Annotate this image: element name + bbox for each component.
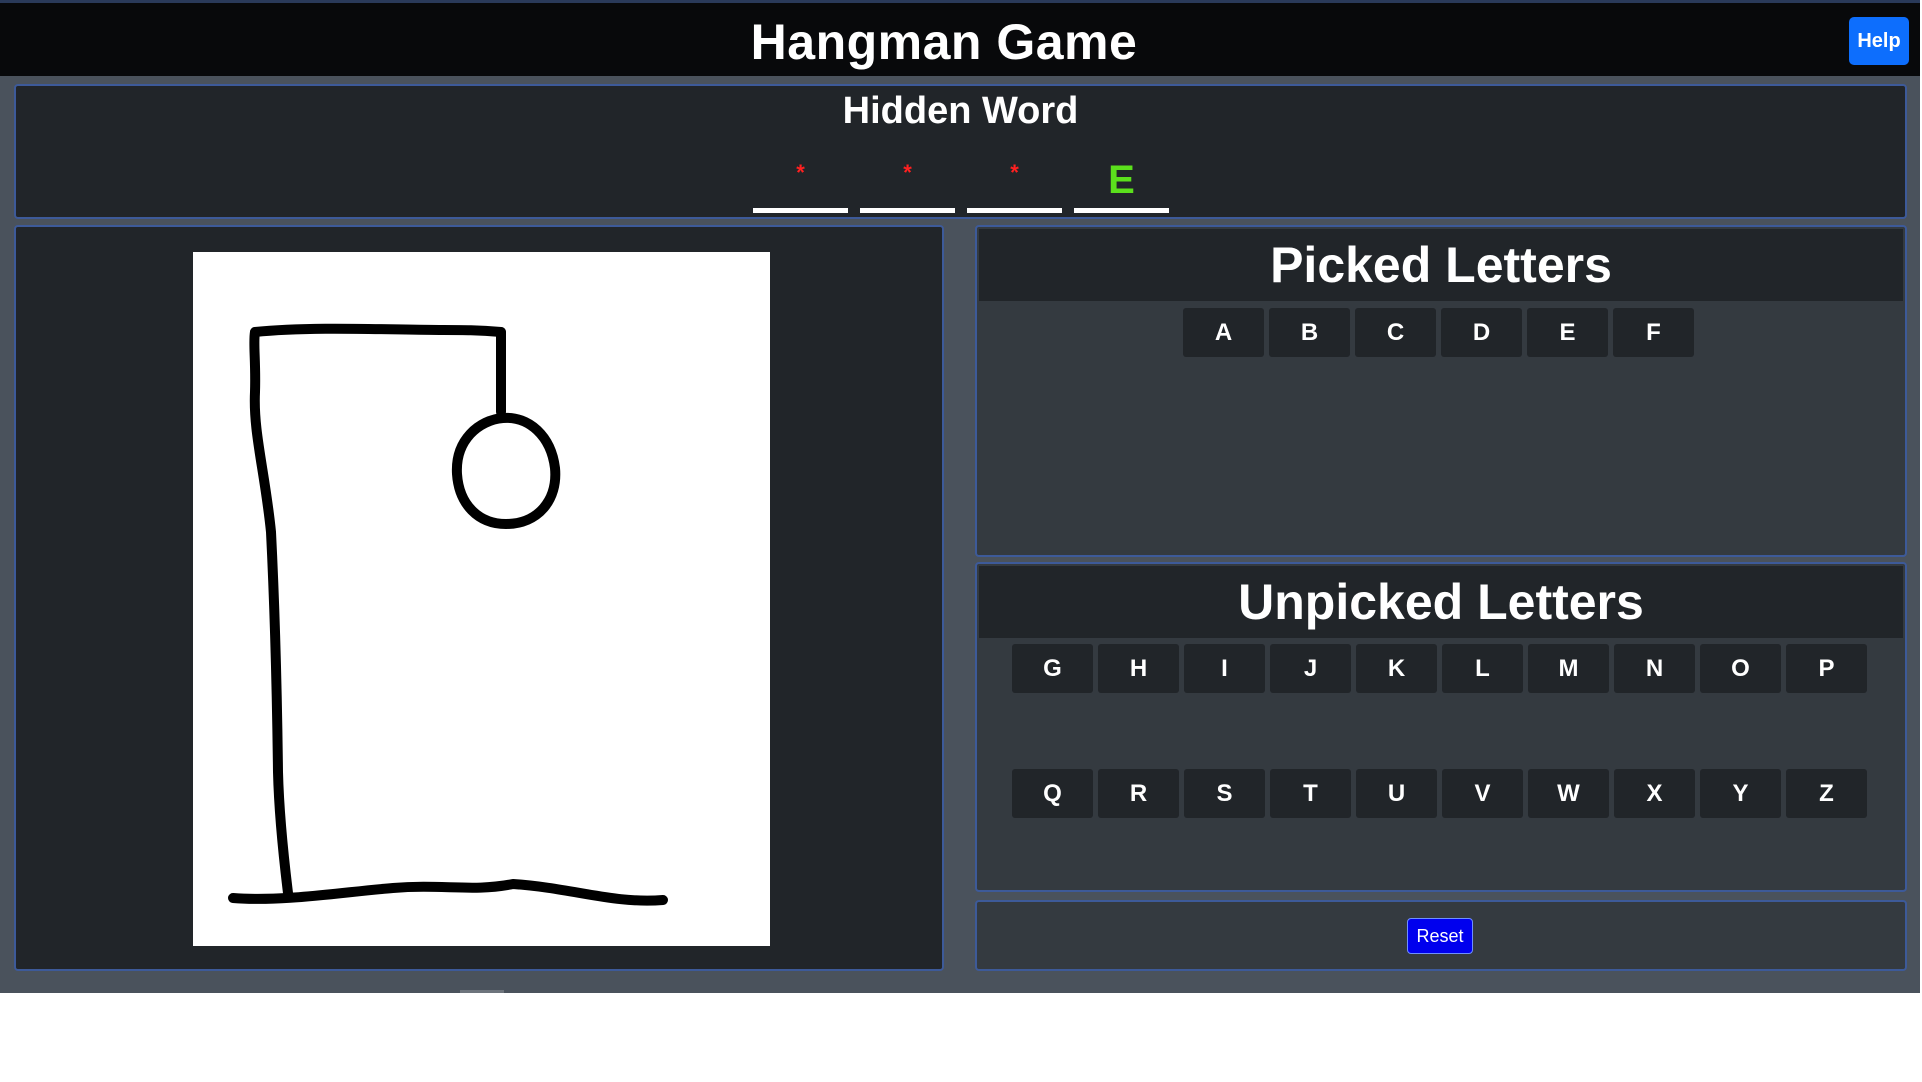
- unpicked-letter-button[interactable]: M: [1528, 644, 1609, 693]
- reset-button[interactable]: Reset: [1407, 918, 1473, 954]
- hangman-drawing-svg: [228, 323, 668, 906]
- gallows-beam: [250, 323, 506, 337]
- word-slot: *: [860, 156, 955, 213]
- picked-letter-button[interactable]: C: [1355, 308, 1436, 357]
- resize-handle: [460, 990, 504, 993]
- hangman-drawing: [193, 252, 770, 946]
- hangman-head: [451, 412, 561, 529]
- hangman-app: Hangman Game Help Hidden Word * * * E Pi…: [0, 0, 1920, 993]
- unpicked-letter-button[interactable]: Q: [1012, 769, 1093, 818]
- unpicked-letter-button[interactable]: J: [1270, 644, 1351, 693]
- unpicked-letter-button[interactable]: H: [1098, 644, 1179, 693]
- unpicked-letter-button[interactable]: T: [1270, 769, 1351, 818]
- unpicked-letters-panel: Unpicked Letters G H I J K L M N O P Q R…: [975, 562, 1907, 892]
- unpicked-letter-button[interactable]: I: [1184, 644, 1265, 693]
- header-bar: Hangman Game Help: [0, 0, 1920, 76]
- unpicked-letter-button[interactable]: N: [1614, 644, 1695, 693]
- hidden-word-title: Hidden Word: [842, 90, 1079, 132]
- unpicked-letter-button[interactable]: R: [1098, 769, 1179, 818]
- unpicked-letter-button[interactable]: S: [1184, 769, 1265, 818]
- unpicked-letter-button[interactable]: P: [1786, 644, 1867, 693]
- picked-letter-button[interactable]: D: [1441, 308, 1522, 357]
- picked-letters-title: Picked Letters: [979, 229, 1903, 301]
- gallows-base: [228, 879, 668, 906]
- gallows-post: [249, 327, 293, 898]
- unpicked-letter-button[interactable]: Y: [1700, 769, 1781, 818]
- hangman-image-panel: [14, 225, 944, 971]
- unpicked-letter-button[interactable]: O: [1700, 644, 1781, 693]
- word-slot: *: [967, 156, 1062, 213]
- page-title: Hangman Game: [750, 14, 1138, 70]
- hidden-word-panel: Hidden Word * * * E: [14, 84, 1907, 219]
- unpicked-letter-button[interactable]: Z: [1786, 769, 1867, 818]
- word-slot: E: [1074, 156, 1169, 213]
- unpicked-letter-button[interactable]: W: [1528, 769, 1609, 818]
- picked-letter-button[interactable]: F: [1613, 308, 1694, 357]
- unpicked-letter-button[interactable]: V: [1442, 769, 1523, 818]
- unpicked-letter-button[interactable]: U: [1356, 769, 1437, 818]
- picked-letter-button[interactable]: E: [1527, 308, 1608, 357]
- picked-letter-button[interactable]: B: [1269, 308, 1350, 357]
- word-slot: *: [753, 156, 848, 213]
- unpicked-letters-title: Unpicked Letters: [979, 566, 1903, 638]
- picked-letter-button[interactable]: A: [1183, 308, 1264, 357]
- unpicked-letter-button[interactable]: K: [1356, 644, 1437, 693]
- picked-letters-panel: Picked Letters A B C D E F: [975, 225, 1907, 557]
- reset-panel: Reset: [975, 900, 1907, 971]
- help-button[interactable]: Help: [1849, 17, 1909, 65]
- unpicked-letter-button[interactable]: G: [1012, 644, 1093, 693]
- unpicked-letter-button[interactable]: L: [1442, 644, 1523, 693]
- unpicked-letter-button[interactable]: X: [1614, 769, 1695, 818]
